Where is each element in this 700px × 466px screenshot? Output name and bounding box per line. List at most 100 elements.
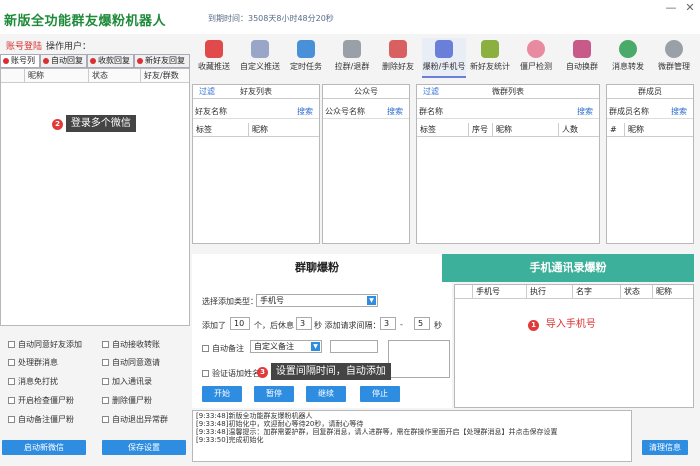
search-field-label: 公众号名称 [325, 107, 365, 116]
tab-auto-reply[interactable]: 自动回复 [40, 54, 87, 68]
option-auto-exit-abnormal-group[interactable]: 自动退出异常群 [102, 414, 168, 425]
operating-user-label: 操作用户： [46, 42, 92, 52]
toolbar-label: 消息转发 [612, 62, 644, 71]
option-auto-receive-transfer[interactable]: 自动接收转账 [102, 339, 160, 350]
gear-icon [665, 40, 683, 58]
fan-settings-form: 选择添加类型： 手机号 ▼ 添加了 10 个，后休息 3 秒 添加请求间隔： 3 … [192, 282, 452, 408]
column-header-tag: 标签 [193, 123, 249, 137]
clear-log-button[interactable]: 清理信息 [642, 440, 688, 455]
column-header-nickname: 昵称 [656, 287, 672, 296]
search-link[interactable]: 搜索 [387, 105, 403, 119]
remark-text-input[interactable] [330, 340, 378, 353]
status-dot-icon [137, 58, 143, 64]
stop-button[interactable]: 停止 [360, 386, 400, 402]
added-count-input[interactable]: 10 [230, 317, 250, 330]
checkbox-icon [8, 416, 15, 423]
save-settings-button[interactable]: 保存设置 [102, 440, 186, 455]
status-dot-icon [43, 58, 49, 64]
auto-remark-checkbox[interactable]: 自动备注 [202, 343, 244, 354]
continue-button[interactable]: 继续 [306, 386, 346, 402]
close-button[interactable]: ✕ [681, 1, 699, 14]
toolbar-scheduled-task[interactable]: 定时任务 [284, 38, 328, 78]
option-do-not-disturb[interactable]: 消息免打扰 [8, 376, 58, 387]
search-link[interactable]: 搜索 [671, 105, 687, 119]
toolbar-join-leave-group[interactable]: 拉群/退群 [330, 38, 374, 78]
toolbar-delete-friends[interactable]: 删除好友 [376, 38, 420, 78]
tab-label: 自动回复 [51, 56, 83, 65]
switch-group-icon [573, 40, 591, 58]
tip-text: 登录多个微信 [65, 115, 136, 132]
option-label: 消息免打扰 [18, 377, 58, 386]
start-new-wechat-button[interactable]: 启动新微信 [2, 440, 86, 455]
groups-panel-header: 过滤 微群列表 [417, 85, 599, 99]
search-field-label: 群名称 [419, 107, 443, 116]
search-field-label: 群成员名称 [609, 107, 649, 116]
toolbar-custom-push[interactable]: 自定义推送 [238, 38, 282, 78]
rest-seconds-input[interactable]: 3 [296, 317, 312, 330]
minimize-button[interactable]: — [662, 1, 680, 14]
start-button[interactable]: 开始 [202, 386, 242, 402]
added-label: 添加了 [202, 321, 226, 330]
checkbox-icon [8, 359, 15, 366]
forward-icon [619, 40, 637, 58]
option-auto-remark-zombie[interactable]: 自动备注僵尸粉 [8, 414, 74, 425]
column-header-nickname: 昵称 [25, 69, 89, 83]
friends-search-row: 好友名称 搜索 [193, 105, 319, 119]
expire-time: 到期时间：3508天8小时48分20秒 [208, 14, 334, 23]
verify-text-area[interactable] [388, 340, 450, 378]
search-field-label: 好友名称 [195, 107, 227, 116]
add-type-select[interactable]: 手机号 ▼ [256, 294, 378, 307]
log-line: [9:33:50]完成初始化 [196, 436, 264, 444]
remark-select[interactable]: 自定义备注 ▼ [250, 340, 322, 353]
tab-payment-reply[interactable]: 收款回复 [87, 54, 134, 68]
groups-columns: 标签 序号 昵称 人数 [417, 123, 599, 137]
toolbar-fan-phone[interactable]: 爆粉/手机号 [422, 38, 466, 78]
option-label: 处理群消息 [18, 358, 58, 367]
option-add-to-contacts[interactable]: 加入通讯录 [102, 376, 152, 387]
tab-group-chat-fans[interactable]: 群聊爆粉 [192, 254, 442, 282]
toolbar-group-manage[interactable]: 微群管理 [652, 38, 696, 78]
option-auto-accept-invite[interactable]: 自动同意邀请 [102, 357, 160, 368]
option-delete-zombie-fans[interactable]: 删除僵尸粉 [102, 395, 152, 406]
option-label: 加入通讯录 [112, 377, 152, 386]
checkbox-icon [202, 345, 209, 352]
toolbar-message-forward[interactable]: 消息转发 [606, 38, 650, 78]
option-label: 验证语加姓名 [212, 369, 260, 378]
search-link[interactable]: 搜索 [577, 105, 593, 119]
toolbar-favorite-push[interactable]: 收藏推送 [192, 38, 236, 78]
option-auto-accept-friend[interactable]: 自动同意好友添加 [8, 339, 82, 350]
calendar-icon [297, 40, 315, 58]
groups-search-row: 群名称 搜索 [417, 105, 599, 119]
pause-button[interactable]: 暂停 [254, 386, 294, 402]
checkbox-icon [102, 359, 109, 366]
tab-new-friend-reply[interactable]: 新好友回复 [134, 54, 190, 68]
tab-phone-contacts-fans[interactable]: 手机通讯录爆粉 [442, 254, 694, 282]
toolbar-zombie-check[interactable]: 僵尸检测 [514, 38, 558, 78]
rest-label: 个，后休息 [254, 321, 294, 330]
toolbar-label: 新好友统计 [470, 62, 510, 71]
option-label: 自动同意好友添加 [18, 340, 82, 349]
delete-user-icon [389, 40, 407, 58]
verify-add-name-checkbox[interactable]: 验证语加姓名 [202, 368, 260, 379]
toolbar-auto-switch-group[interactable]: 自动换群 [560, 38, 604, 78]
search-link[interactable]: 搜索 [297, 105, 313, 119]
group-icon [343, 40, 361, 58]
chevron-down-icon: ▼ [367, 296, 376, 305]
option-check-zombie-fans[interactable]: 开启检查僵尸粉 [8, 395, 74, 406]
filter-link[interactable]: 过滤 [423, 85, 439, 99]
interval-min-input[interactable]: 3 [380, 317, 396, 330]
column-header-number: # [607, 123, 625, 137]
account-login-link[interactable]: 账号登陆 [6, 39, 42, 52]
toolbar-new-friend-stats[interactable]: 新好友统计 [468, 38, 512, 78]
filter-link[interactable]: 过滤 [199, 85, 215, 99]
public-accounts-panel: 公众号 公众号名称 搜索 [322, 84, 410, 244]
friends-panel-header: 过滤 好友列表 [193, 85, 319, 99]
app-title: 新版全功能群友爆粉机器人 [4, 14, 167, 29]
phone-columns: 手机号 执行 名字 状态 昵称 [455, 285, 693, 299]
option-label: 自动退出异常群 [112, 415, 168, 424]
interval-max-input[interactable]: 5 [414, 317, 430, 330]
tab-account-list[interactable]: 账号列 [0, 54, 40, 68]
toolbar-label: 拉群/退群 [334, 62, 370, 71]
star-icon [205, 40, 223, 58]
option-process-group-messages[interactable]: 处理群消息 [8, 357, 58, 368]
